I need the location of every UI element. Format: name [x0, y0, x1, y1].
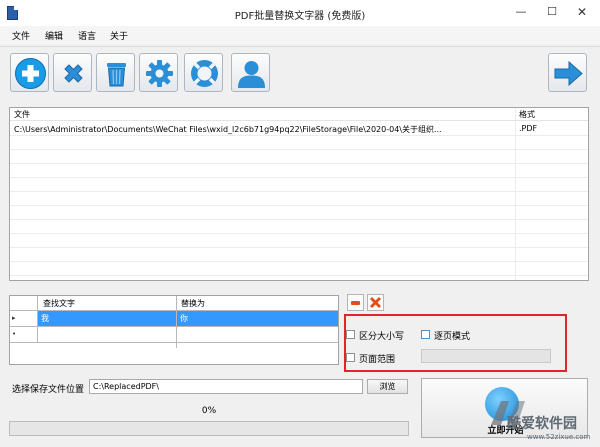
close-button[interactable]: ✕ — [568, 3, 596, 21]
menu-language[interactable]: 语言 — [78, 29, 96, 42]
empty-row — [10, 220, 588, 234]
empty-row — [10, 136, 588, 150]
find-text-cell[interactable]: 我 — [38, 311, 176, 326]
clear-list-button[interactable] — [96, 53, 135, 92]
case-sensitive-checkbox[interactable] — [346, 330, 355, 339]
help-button[interactable] — [184, 53, 223, 92]
page-range-input[interactable] — [421, 349, 551, 363]
watermark-brand: 酷爱软件园 — [507, 416, 577, 432]
empty-row — [10, 262, 588, 276]
page-mode-label: 逐页模式 — [434, 332, 471, 342]
replace-rules-table[interactable]: 查找文字 替换为 ▸ 我 你 • — [9, 295, 339, 365]
delete-icon — [64, 64, 83, 83]
empty-row — [10, 248, 588, 262]
new-row[interactable]: • — [10, 327, 338, 343]
title-bar: PDF批量替换文字器 (免费版) — ☐ ✕ — [0, 0, 600, 26]
header-find-text[interactable]: 查找文字 — [43, 298, 75, 309]
progress-percent: 0% — [201, 406, 217, 416]
minimize-button[interactable]: — — [507, 3, 535, 21]
user-icon — [238, 61, 265, 88]
gear-icon — [146, 60, 173, 87]
current-row-marker: ▸ — [12, 314, 16, 322]
empty-row — [10, 164, 588, 178]
empty-row — [10, 150, 588, 164]
empty-row — [10, 192, 588, 206]
remove-rule-button[interactable] — [347, 294, 364, 311]
add-file-button[interactable] — [10, 53, 49, 92]
page-mode-checkbox[interactable] — [421, 330, 430, 339]
table-row[interactable]: ▸ 我 你 — [10, 311, 338, 327]
menu-edit[interactable]: 编辑 — [45, 29, 63, 42]
watermark-url: www.52zixue.com — [527, 433, 591, 441]
menu-file[interactable]: 文件 — [12, 29, 30, 42]
header-file[interactable]: 文件 — [14, 109, 30, 120]
browse-button[interactable]: 浏览 — [367, 379, 408, 394]
file-format-cell: .PDF — [519, 124, 538, 133]
empty-row — [10, 178, 588, 192]
save-path-input[interactable]: C:\ReplacedPDF\ — [89, 379, 363, 394]
empty-row — [10, 234, 588, 248]
settings-button[interactable] — [139, 53, 178, 92]
progress-bar — [9, 421, 409, 436]
toolbar-separator — [0, 46, 600, 47]
minus-icon — [351, 301, 360, 305]
replace-with-cell[interactable]: 你 — [177, 311, 338, 326]
file-table-header: 文件 格式 — [10, 108, 588, 121]
save-location-label: 选择保存文件位置 — [12, 385, 85, 395]
table-row[interactable]: C:\Users\Administrator\Documents\WeChat … — [10, 122, 588, 136]
close-icon — [370, 297, 381, 308]
next-button[interactable] — [548, 53, 587, 92]
menu-bar: 文件 编辑 语言 关于 — [0, 26, 600, 44]
menu-about[interactable]: 关于 — [110, 29, 128, 42]
replace-with-value: 你 — [180, 314, 188, 323]
remove-file-button[interactable] — [53, 53, 92, 92]
trash-icon — [107, 63, 126, 87]
header-format[interactable]: 格式 — [519, 109, 535, 120]
find-text-value: 我 — [41, 314, 49, 323]
lifebuoy-icon — [191, 60, 218, 87]
clear-rules-button[interactable] — [367, 294, 384, 311]
page-range-label: 页面范围 — [359, 355, 396, 365]
arrow-right-icon — [554, 60, 583, 87]
empty-row — [10, 206, 588, 220]
file-list-table[interactable]: 文件 格式 C:\Users\Administrator\Documents\W… — [9, 107, 589, 281]
new-row-marker: • — [12, 330, 17, 338]
case-sensitive-label: 区分大小写 — [359, 332, 405, 342]
maximize-button[interactable]: ☐ — [538, 3, 566, 21]
add-icon — [15, 58, 46, 89]
page-range-checkbox[interactable] — [346, 353, 355, 362]
replace-table-header: 查找文字 替换为 — [10, 296, 338, 311]
file-path-cell: C:\Users\Administrator\Documents\WeChat … — [14, 125, 442, 134]
account-button[interactable] — [231, 53, 270, 92]
header-replace-with[interactable]: 替换为 — [181, 298, 205, 309]
watermark: 酷爱软件园 www.52zixue.com — [487, 395, 599, 445]
